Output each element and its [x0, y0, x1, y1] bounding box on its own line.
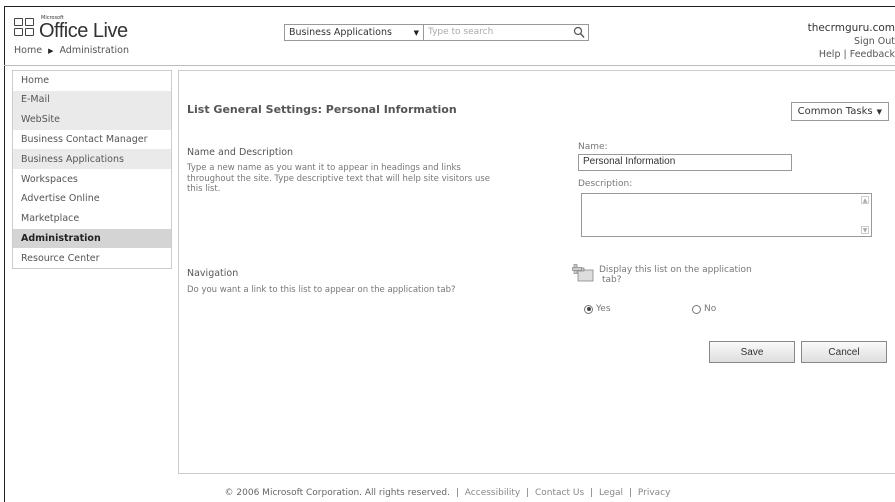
name-description-help-line: Type a new name as you want it to appear… [187, 163, 461, 173]
sidebar-item-marketplace[interactable]: Marketplace [13, 209, 171, 229]
main-content: List General Settings: Personal Informat… [178, 70, 895, 474]
sign-out-link[interactable]: Sign Out [808, 35, 895, 48]
sidebar-item-administration[interactable]: Administration [13, 228, 171, 249]
scroll-down-icon[interactable]: ▼ [861, 226, 869, 234]
name-description-help-line: this list. [187, 184, 221, 194]
breadcrumb-administration[interactable]: Administration [59, 45, 129, 56]
sidebar-item-business-applications[interactable]: Business Applications [13, 149, 171, 170]
sidebar-nav: Home E-Mail WebSite Business Contact Man… [12, 70, 172, 270]
sidebar-item-label: Business Contact Manager [21, 133, 148, 145]
radio-yes-label: Yes [596, 304, 611, 314]
sidebar-item-label: Marketplace [21, 213, 80, 225]
footer: © 2006 Microsoft Corporation. All rights… [224, 488, 671, 498]
name-description-help-line: throughout the site. Type descriptive te… [187, 173, 490, 184]
radio-yes[interactable]: Yes [584, 304, 611, 314]
sidebar-item-label: WebSite [21, 114, 60, 126]
page-title: List General Settings: Personal Informat… [187, 103, 457, 116]
radio-no-label: No [704, 304, 717, 314]
chevron-down-icon: ▼ [876, 107, 882, 116]
radio-selected-icon [584, 304, 593, 314]
sidebar-item-workspaces[interactable]: Workspaces [13, 169, 171, 189]
feedback-link[interactable]: Feedback [850, 49, 895, 60]
common-tasks-label: Common Tasks [797, 106, 873, 117]
sidebar-item-resource-center[interactable]: Resource Center [13, 248, 171, 268]
sidebar-item-label: Resource Center [21, 252, 100, 264]
search-placeholder: Type to search [428, 27, 494, 37]
breadcrumb-home[interactable]: Home [14, 45, 42, 56]
footer-link-privacy[interactable]: Privacy [638, 488, 671, 498]
search-input[interactable]: Type to search [424, 24, 589, 41]
display-on-tab-label: Display this list on the application tab… [599, 265, 809, 285]
sidebar-item-label: Home [21, 75, 50, 87]
office-live-logo[interactable]: Microsoft Office Live [14, 16, 128, 41]
name-label: Name: [578, 142, 608, 152]
search-bar: Business Applications ▼ Type to search [284, 24, 589, 41]
search-scope-select[interactable]: Business Applications ▼ [284, 24, 424, 41]
search-icon[interactable] [573, 26, 585, 39]
description-field[interactable]: ▲ ▼ [581, 193, 872, 237]
footer-link-legal[interactable]: Legal [599, 488, 623, 498]
navigation-heading: Navigation [187, 268, 239, 279]
sidebar-item-label: Business Applications [21, 153, 124, 165]
save-button[interactable]: Save [709, 341, 795, 363]
breadcrumb-arrow-icon: ▶ [48, 46, 54, 55]
breadcrumb: Home ▶ Administration [14, 45, 129, 56]
header-separator: | [843, 49, 847, 60]
name-description-heading: Name and Description [187, 147, 294, 158]
display-on-tab-line: tab? [602, 275, 622, 285]
footer-link-accessibility[interactable]: Accessibility [465, 488, 520, 498]
chevron-down-icon: ▼ [413, 28, 419, 37]
sidebar-item-label: Administration [21, 232, 101, 244]
display-on-tab-line: Display this list on the application [599, 265, 752, 275]
scroll-up-icon[interactable]: ▲ [861, 196, 869, 204]
common-tasks-button[interactable]: Common Tasks ▼ [790, 102, 889, 121]
navigation-help: Do you want a link to this list to appea… [187, 285, 456, 295]
user-box: thecrmguru.com Sign Out Help | Feedback [808, 22, 895, 61]
folder-add-icon [572, 264, 594, 282]
sidebar-item-label: Advertise Online [21, 193, 100, 205]
header-divider [4, 65, 895, 66]
name-description-help: Type a new name as you want it to appear… [187, 163, 562, 195]
sidebar-item-website[interactable]: WebSite [13, 109, 171, 130]
radio-unselected-icon [692, 304, 701, 314]
cancel-button[interactable]: Cancel [801, 341, 887, 363]
sidebar-item-label: E-Mail [21, 93, 50, 105]
search-scope-value: Business Applications [289, 27, 392, 38]
help-link[interactable]: Help [819, 49, 841, 60]
sidebar-item-home[interactable]: Home [13, 71, 171, 91]
user-name: thecrmguru.com [807, 22, 895, 34]
description-label: Description: [578, 179, 633, 189]
name-field[interactable]: Personal Information [578, 154, 792, 171]
logo-title: Office Live [39, 20, 128, 42]
sidebar-item-business-contact-manager[interactable]: Business Contact Manager [13, 130, 171, 150]
radio-no[interactable]: No [692, 304, 716, 314]
sidebar-item-label: Workspaces [21, 173, 78, 185]
copyright-text: © 2006 Microsoft Corporation. All rights… [224, 488, 450, 498]
sidebar-item-advertise-online[interactable]: Advertise Online [13, 189, 171, 209]
office-logo-icon [14, 18, 36, 38]
footer-link-contact-us[interactable]: Contact Us [535, 488, 584, 498]
